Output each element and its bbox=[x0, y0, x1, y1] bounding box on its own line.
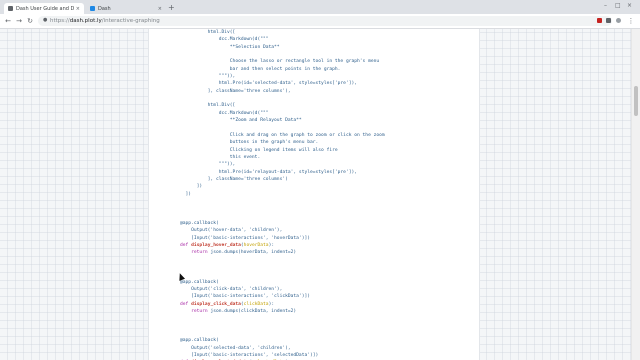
tab-close-icon[interactable]: × bbox=[158, 6, 162, 12]
code-line: Output('selected-data', 'children'), bbox=[180, 345, 291, 351]
code-line: @app.callback( bbox=[180, 220, 219, 226]
url-path: /interactive-graphing bbox=[101, 18, 160, 24]
url-host: dash.plot.ly bbox=[69, 18, 102, 24]
code-line: [Input('basic-interactions', 'clickData'… bbox=[180, 294, 310, 300]
tab-dash-user-guide[interactable]: Dash User Guide and Docu × bbox=[4, 3, 84, 14]
code-line: [Input('basic-interactions', 'hoverData'… bbox=[180, 235, 310, 241]
code-line: Choose the lasso or rectangle tool in th… bbox=[180, 59, 380, 65]
code-line: Clicking on legend items will also fire bbox=[180, 147, 338, 153]
code-line: Output('hover-data', 'children'), bbox=[180, 228, 283, 234]
code-line: html.Pre(id='selected-data', style=style… bbox=[180, 81, 358, 87]
code-line: """)), bbox=[180, 162, 236, 168]
code-line: bar and then select points in the graph. bbox=[180, 66, 341, 72]
code-line: return json.dumps(clickData, indent=2) bbox=[191, 309, 297, 315]
code-listing: html.Div([ dcc.Markdown(d(""" **Selectio… bbox=[180, 29, 385, 360]
back-icon[interactable]: ← bbox=[3, 16, 13, 26]
page-favicon-icon bbox=[8, 6, 13, 11]
code-line: def display_hover_data(hoverData): bbox=[180, 242, 275, 248]
code-line: """)), bbox=[180, 74, 236, 80]
window-close-icon[interactable]: × bbox=[627, 2, 632, 9]
profile-avatar-icon[interactable] bbox=[616, 18, 621, 23]
code-line: Output('click-data', 'children'), bbox=[180, 287, 283, 293]
forward-icon[interactable]: → bbox=[14, 16, 24, 26]
tab-title: Dash bbox=[98, 5, 111, 12]
page-viewport: html.Div([ dcc.Markdown(d(""" **Selectio… bbox=[0, 29, 640, 360]
tab-dash[interactable]: Dash × bbox=[86, 3, 166, 14]
code-line: html.Div([ bbox=[180, 30, 236, 35]
code-line: [Input('basic-interactions', 'selectedDa… bbox=[180, 353, 319, 359]
extension-icon[interactable] bbox=[606, 18, 611, 23]
code-line: dcc.Markdown(d(""" bbox=[180, 110, 269, 116]
menu-kebab-icon[interactable]: ⋮ bbox=[626, 16, 636, 26]
code-line: def display_click_data(clickData): bbox=[180, 301, 275, 307]
maximize-icon[interactable]: □ bbox=[615, 2, 621, 9]
tab-close-icon[interactable]: × bbox=[76, 6, 80, 12]
code-line: ]) bbox=[180, 184, 203, 190]
tab-strip: Dash User Guide and Docu × Dash × + – □ … bbox=[0, 0, 640, 14]
browser-window: Dash User Guide and Docu × Dash × + – □ … bbox=[0, 0, 640, 360]
code-line: buttons in the graph's menu bar. bbox=[180, 140, 319, 146]
left-background-pattern bbox=[0, 29, 148, 360]
lock-icon: ● bbox=[43, 17, 48, 23]
code-line: Click and drag on the graph to zoom or c… bbox=[180, 132, 385, 138]
code-line: **Zoom and Relayout Data** bbox=[180, 118, 302, 124]
dash-favicon-icon bbox=[90, 6, 95, 11]
tab-title: Dash User Guide and Docu bbox=[16, 5, 74, 12]
code-line: ]) bbox=[180, 191, 192, 197]
code-line: html.Div([ bbox=[180, 103, 236, 109]
new-tab-icon[interactable]: + bbox=[168, 3, 175, 12]
url-text: https://dash.plot.ly/interactive-graphin… bbox=[50, 17, 160, 25]
code-line: this event. bbox=[180, 154, 261, 160]
browser-toolbar: ← → ↻ ● https://dash.plot.ly/interactive… bbox=[0, 14, 640, 29]
scrollbar-thumb[interactable] bbox=[634, 86, 638, 116]
reload-icon[interactable]: ↻ bbox=[25, 16, 35, 26]
extension-icon[interactable] bbox=[597, 18, 602, 23]
minimize-icon[interactable]: – bbox=[604, 2, 607, 9]
code-line: return json.dumps(hoverData, indent=2) bbox=[191, 250, 297, 256]
address-bar[interactable]: ● https://dash.plot.ly/interactive-graph… bbox=[38, 16, 612, 26]
code-line: html.Pre(id='relayout-data', style=style… bbox=[180, 169, 358, 175]
code-line: @app.callback( bbox=[180, 279, 219, 285]
code-line: dcc.Markdown(d(""" bbox=[180, 37, 269, 43]
right-background-pattern bbox=[479, 29, 640, 360]
url-scheme: https:// bbox=[50, 18, 70, 24]
code-line: ], className='three columns') bbox=[180, 176, 288, 182]
code-line: ], className='three columns'), bbox=[180, 88, 291, 94]
code-line: @app.callback( bbox=[180, 338, 219, 344]
code-line: **Selection Data** bbox=[180, 44, 280, 50]
page-scrollbar[interactable] bbox=[631, 29, 640, 360]
